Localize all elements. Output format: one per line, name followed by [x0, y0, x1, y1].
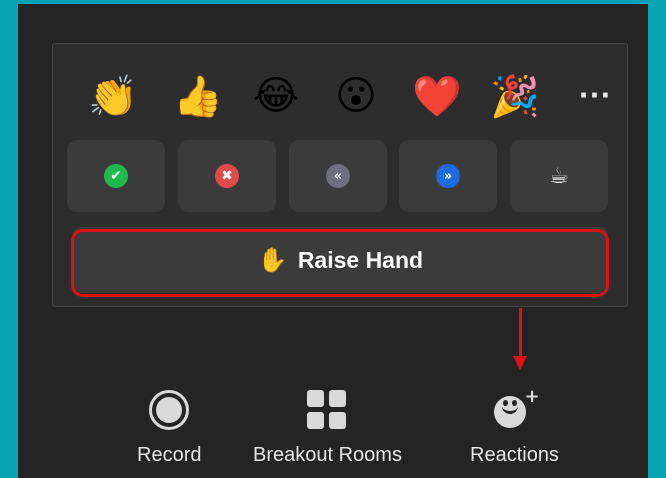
clapping-hands-icon[interactable]: 👏 — [83, 66, 143, 126]
coffee-cup-icon: ☕ — [549, 163, 569, 189]
no-button[interactable]: ✖ — [178, 140, 276, 212]
annotation-arrow-line — [519, 308, 522, 358]
annotation-arrow-head — [513, 356, 527, 370]
tears-of-joy-icon[interactable]: 😂 — [246, 66, 306, 126]
breakout-rooms-label: Breakout Rooms — [253, 444, 402, 466]
reactions-label: Reactions — [470, 444, 559, 466]
more-reactions-button[interactable]: ··· — [565, 66, 625, 126]
reactions-popup: 👏 👍 😂 😮 ❤️ 🎉 ··· ✔ ✖ « » ☕ ✋ Raise Hand — [52, 43, 628, 307]
nonverbal-feedback-row: ✔ ✖ « » ☕ — [67, 140, 617, 214]
record-icon — [149, 390, 190, 430]
breakout-rooms-icon — [307, 390, 347, 430]
coffee-break-button[interactable]: ☕ — [510, 140, 608, 212]
breakout-rooms-button[interactable]: Breakout Rooms — [253, 390, 402, 467]
slow-down-button[interactable]: « — [289, 140, 387, 212]
party-popper-icon[interactable]: 🎉 — [485, 66, 545, 126]
reactions-icon: + — [494, 386, 540, 430]
raised-hand-icon: ✋ — [257, 246, 288, 274]
rewind-icon: « — [326, 164, 350, 188]
meeting-window: 👏 👍 😂 😮 ❤️ 🎉 ··· ✔ ✖ « » ☕ ✋ Raise Hand … — [18, 4, 648, 478]
speed-up-button[interactable]: » — [399, 140, 497, 212]
open-mouth-icon[interactable]: 😮 — [326, 66, 386, 126]
checkmark-icon: ✔ — [104, 164, 128, 188]
record-button[interactable]: Record — [137, 390, 201, 467]
record-label: Record — [137, 444, 202, 466]
plus-icon: + — [524, 386, 540, 407]
raise-hand-label: Raise Hand — [297, 246, 424, 273]
fast-forward-icon: » — [436, 164, 460, 188]
reactions-button[interactable]: + Reactions — [470, 386, 559, 467]
raise-hand-button[interactable]: ✋ Raise Hand — [73, 227, 608, 293]
emoji-reactions-row: 👏 👍 😂 😮 ❤️ 🎉 ··· — [53, 66, 627, 126]
x-icon: ✖ — [215, 164, 239, 188]
thumbs-up-icon[interactable]: 👍 — [168, 66, 228, 126]
red-heart-icon[interactable]: ❤️ — [407, 66, 467, 126]
yes-button[interactable]: ✔ — [67, 140, 165, 212]
